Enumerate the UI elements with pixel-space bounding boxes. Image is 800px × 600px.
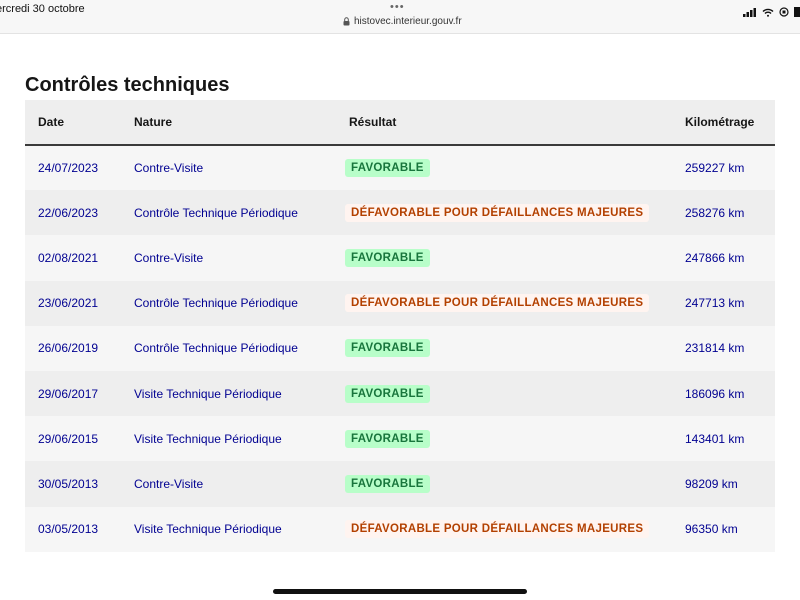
table-header-row: Date Nature Résultat Kilométrage (25, 100, 775, 145)
table-row: 26/06/2019 Contrôle Technique Périodique F… (25, 325, 775, 371)
favorable-badge: FAVORABLE (345, 159, 430, 178)
cell-result: DÉFAVORABLE POUR DÉFAILLANCES MAJEURES (336, 281, 672, 326)
cell-mileage: 247713 km (685, 296, 745, 311)
cell-date: 22/06/2023 (38, 205, 99, 220)
cell-nature: Visite Technique Périodique (134, 386, 282, 401)
signal-icon (743, 4, 757, 22)
header-result: Résultat (349, 115, 397, 129)
header-nature: Nature (134, 115, 173, 129)
cell-result: FAVORABLE (336, 326, 672, 371)
table-row: 29/06/2015 Visite Technique Périodique FAV… (25, 416, 775, 462)
cell-nature: Contrôle Technique Périodique (134, 205, 298, 220)
cell-mileage: 259227 km (685, 161, 745, 176)
cell-result: FAVORABLE (336, 461, 672, 506)
header-mileage: Kilométrage (685, 115, 755, 129)
favorable-badge: FAVORABLE (345, 339, 430, 358)
cell-mileage: 96350 km (685, 522, 738, 537)
table-row: 03/05/2013 Visite Technique Périodique DÉF… (25, 506, 775, 552)
cell-result: FAVORABLE (336, 416, 672, 461)
cell-mileage: 186096 km (685, 386, 745, 401)
battery-icon (794, 4, 800, 22)
favorable-badge: FAVORABLE (345, 429, 430, 448)
wifi-icon (762, 4, 774, 22)
cell-nature: Visite Technique Périodique (134, 431, 282, 446)
inspections-table: Date Nature Résultat Kilométrage 24/07/2… (25, 100, 775, 552)
cell-result: DÉFAVORABLE POUR DÉFAILLANCES MAJEURES (336, 507, 672, 552)
header-date: Date (38, 115, 65, 129)
favorable-badge: FAVORABLE (345, 248, 430, 267)
browser-status-bar: ercredi 30 octobre ••• histovec.interieu… (0, 0, 800, 34)
lock-icon (343, 17, 350, 26)
cell-date: 24/07/2023 (38, 161, 99, 176)
cell-result: FAVORABLE (336, 145, 672, 190)
table-row: 23/06/2021 Contrôle Technique Périodique D… (25, 280, 775, 326)
favorable-badge: FAVORABLE (345, 474, 430, 493)
defavorable-badge: DÉFAVORABLE POUR DÉFAILLANCES MAJEURES (345, 203, 650, 222)
cell-date: 30/05/2013 (38, 476, 99, 491)
orientation-lock-icon (779, 4, 789, 22)
address-bar[interactable]: histovec.interieur.gouv.fr (343, 16, 462, 27)
table-row: 29/06/2017 Visite Technique Périodique FAV… (25, 370, 775, 417)
cell-nature: Contrôle Technique Périodique (134, 341, 298, 356)
cell-date: 02/08/2021 (38, 250, 99, 265)
cell-date: 03/05/2013 (38, 522, 99, 537)
cell-date: 26/06/2019 (38, 341, 99, 356)
cell-mileage: 143401 km (685, 431, 745, 446)
cell-nature: Contrôle Technique Périodique (134, 296, 298, 311)
cell-result: FAVORABLE (336, 235, 672, 280)
more-dots-icon[interactable]: ••• (390, 1, 405, 13)
cell-date: 29/06/2015 (38, 431, 99, 446)
cell-mileage: 231814 km (685, 341, 745, 356)
cell-mileage: 247866 km (685, 250, 745, 265)
cell-nature: Contre-Visite (134, 476, 204, 491)
page-title: Contrôles techniques (25, 74, 230, 96)
cell-mileage: 258276 km (685, 205, 745, 220)
status-date: ercredi 30 octobre (0, 3, 85, 15)
defavorable-badge: DÉFAVORABLE POUR DÉFAILLANCES MAJEURES (345, 294, 650, 313)
table-row: 22/06/2023 Contrôle Technique Périodique D… (25, 190, 775, 236)
cell-date: 23/06/2021 (38, 296, 99, 311)
table-row: 30/05/2013 Contre-Visite FAVORABLE 98209 km (25, 461, 775, 507)
cell-nature: Visite Technique Périodique (134, 522, 282, 537)
table-row: 24/07/2023 Contre-Visite FAVORABLE 259227 k… (25, 145, 775, 191)
cell-mileage: 98209 km (685, 476, 738, 491)
home-indicator[interactable] (273, 589, 527, 594)
cell-date: 29/06/2017 (38, 386, 99, 401)
cell-result: FAVORABLE (336, 371, 672, 416)
cell-result: DÉFAVORABLE POUR DÉFAILLANCES MAJEURES (336, 190, 672, 235)
system-icons (743, 4, 800, 22)
table-row: 02/08/2021 Contre-Visite FAVORABLE 247866 k… (25, 235, 775, 281)
cell-nature: Contre-Visite (134, 250, 204, 265)
favorable-badge: FAVORABLE (345, 384, 430, 403)
cell-nature: Contre-Visite (134, 161, 204, 176)
defavorable-badge: DÉFAVORABLE POUR DÉFAILLANCES MAJEURES (345, 520, 650, 539)
address-url: histovec.interieur.gouv.fr (354, 16, 462, 27)
